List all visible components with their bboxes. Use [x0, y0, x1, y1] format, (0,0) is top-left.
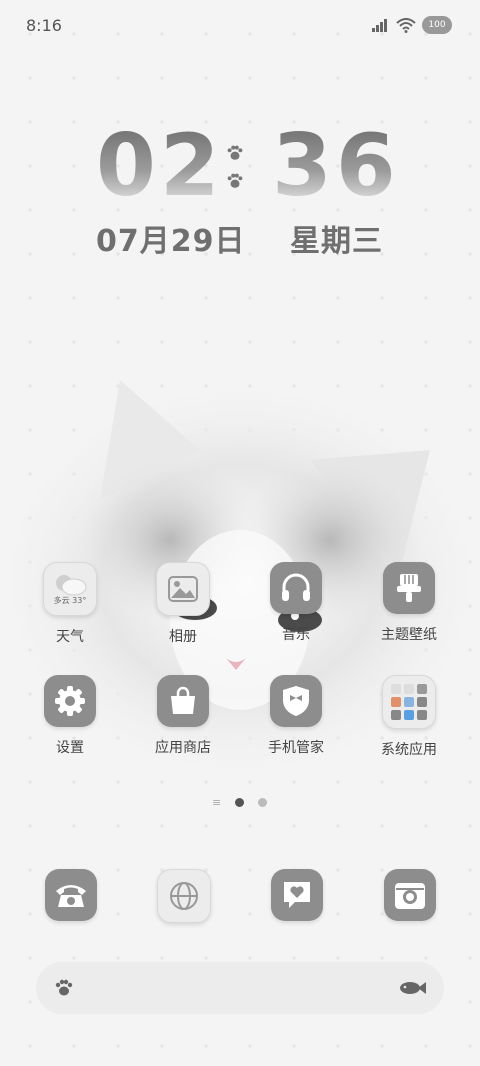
clock-date: 07月29日 — [96, 224, 246, 259]
page-indicator[interactable]: ≡ — [212, 796, 268, 809]
clock-hours: 02 — [96, 116, 224, 216]
app-weather[interactable]: 多云 33° 天气 — [15, 562, 125, 646]
app-gallery[interactable]: 相册 — [128, 562, 238, 646]
app-themes[interactable]: 主题壁纸 — [354, 562, 464, 644]
paw-icon — [227, 173, 243, 188]
app-folder-system[interactable]: 系统应用 — [354, 675, 464, 759]
app-label: 天气 — [56, 629, 84, 645]
dock-browser[interactable] — [157, 869, 211, 923]
message-heart-icon — [284, 882, 310, 908]
app-security[interactable]: 手机管家 — [241, 675, 351, 757]
weather-icon: 多云 33° — [43, 562, 97, 616]
page-dot — [258, 798, 268, 807]
app-label: 手机管家 — [268, 740, 324, 756]
app-settings[interactable]: 设置 — [15, 675, 125, 757]
clock-minutes: 36 — [272, 116, 400, 216]
dock-phone[interactable] — [45, 869, 97, 921]
signal-icon — [372, 19, 387, 32]
clock-separator — [226, 144, 244, 190]
app-label: 音乐 — [282, 627, 310, 643]
fish-icon[interactable] — [400, 980, 426, 996]
search-bar[interactable] — [36, 962, 444, 1014]
app-music[interactable]: 音乐 — [241, 562, 351, 644]
app-label: 系统应用 — [381, 742, 437, 758]
folder-icon — [382, 675, 436, 729]
page-dot-active — [235, 798, 245, 807]
weather-text: 多云 33° — [53, 596, 87, 605]
phone-icon — [56, 885, 86, 907]
app-label: 相册 — [169, 629, 197, 645]
app-store[interactable]: 应用商店 — [128, 675, 238, 757]
brush-icon — [383, 562, 435, 614]
status-icons: 100 — [372, 16, 452, 34]
dock-camera[interactable] — [384, 869, 436, 921]
camera-icon — [395, 883, 425, 909]
paw-icon — [227, 145, 243, 160]
globe-icon — [170, 882, 198, 910]
dock-messages[interactable] — [271, 869, 323, 921]
status-time: 8:16 — [26, 16, 62, 35]
menu-lines-icon: ≡ — [212, 796, 222, 809]
gallery-icon — [156, 562, 210, 616]
wifi-icon — [396, 17, 416, 33]
gear-icon — [44, 675, 96, 727]
headphones-icon — [270, 562, 322, 614]
app-label: 应用商店 — [155, 740, 211, 756]
battery-icon: 100 — [422, 16, 452, 34]
app-label: 主题壁纸 — [381, 627, 437, 643]
clock-widget[interactable]: 02 36 07月29日 星期三 — [0, 120, 480, 260]
shopping-bag-icon — [157, 675, 209, 727]
paw-icon — [55, 979, 73, 996]
status-bar: 8:16 100 — [0, 0, 480, 50]
app-label: 设置 — [56, 740, 84, 756]
shield-icon — [270, 675, 322, 727]
clock-weekday: 星期三 — [290, 224, 383, 259]
